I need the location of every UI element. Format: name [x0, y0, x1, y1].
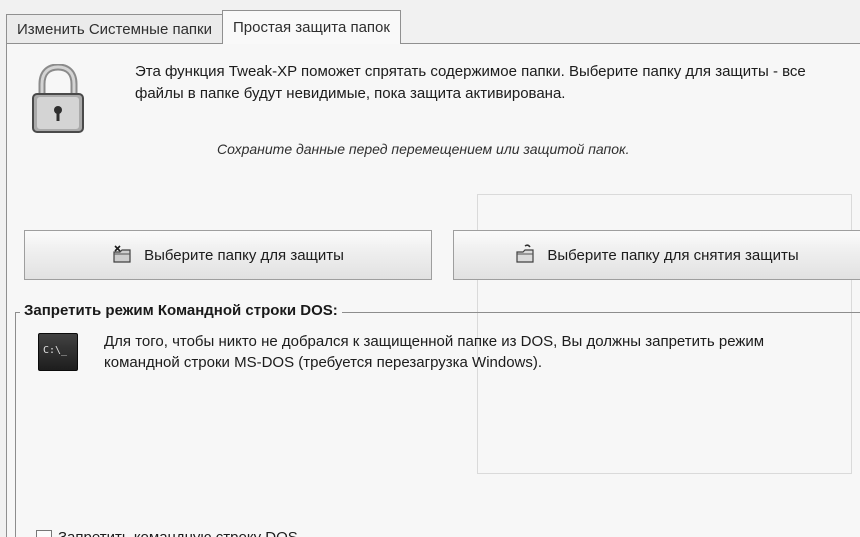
disable-dos-checkbox-label[interactable]: Запретить командную строку DOS — [58, 529, 298, 537]
tab-system-folders[interactable]: Изменить Системные папки — [6, 14, 223, 44]
unprotect-folder-button[interactable]: Выберите папку для снятия защиты — [453, 230, 860, 280]
protect-folder-label: Выберите папку для защиты — [144, 246, 344, 264]
tab-folder-protection[interactable]: Простая защита папок — [222, 10, 401, 44]
dos-restriction-groupbox: Запретить режим Командной строки DOS: C:… — [15, 302, 860, 537]
command-prompt-icon: C:\_ — [38, 333, 78, 371]
dos-description: Для того, чтобы никто не добрался к защи… — [104, 333, 765, 371]
dos-checkbox-row[interactable]: Запретить командную строку DOS — [36, 529, 298, 537]
tweak-xp-folder-protection-page: Изменить Системные папки Простая защита … — [0, 0, 860, 537]
intro-description: Эта функция Tweak-XP поможет спрятать со… — [135, 63, 806, 102]
folder-protection-panel: Эта функция Tweak-XP поможет спрятать со… — [6, 43, 860, 537]
command-prompt-icon-text: C:\_ — [43, 345, 68, 356]
padlock-icon — [32, 64, 84, 133]
folder-lock-icon — [113, 245, 131, 263]
dos-group-title: Запретить режим Командной строки DOS: — [20, 302, 342, 319]
unprotect-folder-label: Выберите папку для снятия защиты — [547, 246, 799, 264]
save-warning-text: Сохраните данные перед перемещением или … — [217, 141, 630, 157]
tab-strip: Изменить Системные папки Простая защита … — [6, 10, 401, 44]
disable-dos-checkbox[interactable] — [36, 529, 52, 537]
folder-unlock-icon — [516, 244, 534, 263]
protect-folder-button[interactable]: Выберите папку для защиты — [24, 230, 432, 280]
